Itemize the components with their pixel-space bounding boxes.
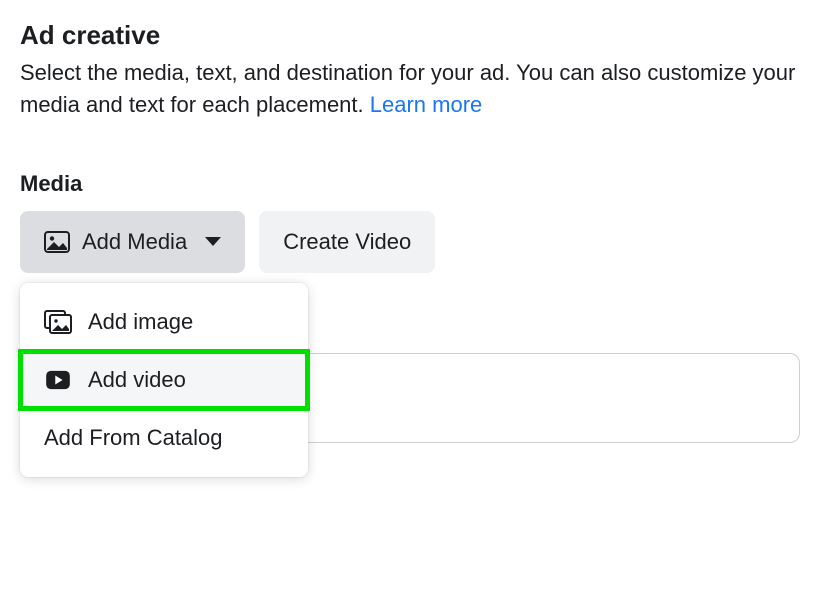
add-from-catalog-option[interactable]: Add From Catalog [20,409,308,467]
image-icon [44,231,70,253]
section-title: Ad creative [20,20,800,51]
add-image-label: Add image [88,309,193,335]
add-video-option[interactable]: Add video [20,351,308,409]
create-video-label: Create Video [283,229,411,255]
add-media-label: Add Media [82,229,187,255]
add-from-catalog-label: Add From Catalog [44,425,223,451]
add-video-label: Add video [88,367,186,393]
learn-more-link[interactable]: Learn more [370,92,483,117]
create-video-button[interactable]: Create Video [259,211,435,273]
add-media-dropdown: Add image Add video Add From Catalog [20,283,308,477]
add-media-button[interactable]: Add Media [20,211,245,273]
section-description: Select the media, text, and destination … [20,57,800,121]
image-stack-icon [44,310,72,334]
media-label: Media [20,171,800,197]
video-icon [44,368,72,392]
ad-creative-section: Ad creative Select the media, text, and … [20,20,800,273]
chevron-down-icon [205,237,221,246]
add-image-option[interactable]: Add image [20,293,308,351]
media-button-row: Add Media Create Video [20,211,800,273]
